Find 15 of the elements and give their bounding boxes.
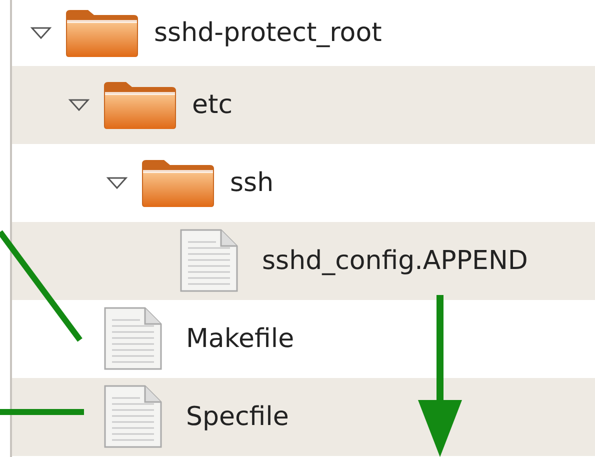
file-name[interactable]: Specfile <box>186 402 289 432</box>
document-icon <box>178 228 240 294</box>
folder-name[interactable]: sshd-protect_root <box>154 18 382 48</box>
file-name[interactable]: Makefile <box>186 324 294 354</box>
expander-down-icon[interactable] <box>68 98 90 112</box>
expander-down-icon[interactable] <box>30 26 52 40</box>
expander-down-icon[interactable] <box>106 176 128 190</box>
folder-icon <box>64 8 140 58</box>
file-name[interactable]: sshd_config.APPEND <box>262 246 528 276</box>
folder-name[interactable]: ssh <box>230 168 274 198</box>
folder-name[interactable]: etc <box>192 90 232 120</box>
document-icon <box>102 306 164 372</box>
folder-icon <box>102 80 178 130</box>
folder-icon <box>140 158 216 208</box>
document-icon <box>102 384 164 450</box>
